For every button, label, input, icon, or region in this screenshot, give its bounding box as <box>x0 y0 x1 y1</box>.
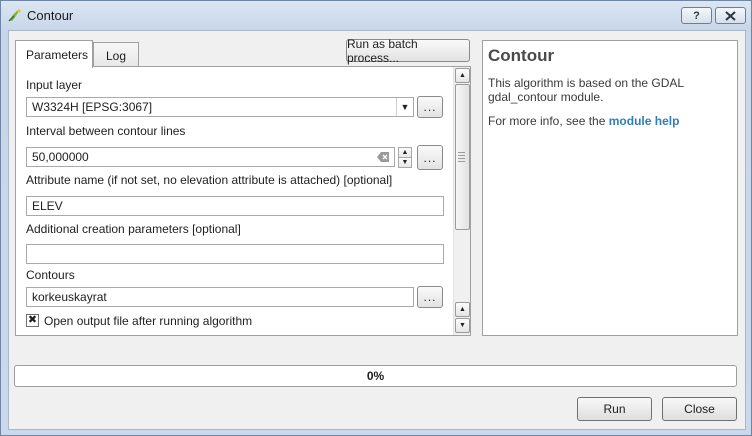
input-layer-label: Input layer <box>26 78 83 92</box>
dialog-window: Contour ? Parameters Log Run as batch pr… <box>0 0 752 436</box>
interval-label: Interval between contour lines <box>26 124 186 138</box>
interval-input[interactable]: 50,000000 <box>26 147 395 167</box>
tab-log[interactable]: Log <box>93 42 139 68</box>
close-icon <box>725 10 736 21</box>
chevron-down-icon[interactable]: ▼ <box>396 98 413 116</box>
dialog-client: Parameters Log Run as batch process... I… <box>8 30 746 430</box>
interval-value: 50,000000 <box>32 150 89 164</box>
interval-decrease[interactable]: ▼ <box>398 157 412 168</box>
help-panel: Contour This algorithm is based on the G… <box>482 40 738 336</box>
parameters-panel: Input layer W3324H [EPSG:3067] ▼ ... Int… <box>15 66 471 336</box>
input-layer-browse-button[interactable]: ... <box>417 96 443 118</box>
creation-input[interactable] <box>26 244 444 264</box>
contours-label: Contours <box>26 268 75 282</box>
run-button[interactable]: Run <box>577 397 652 421</box>
interval-options-button[interactable]: ... <box>417 145 443 170</box>
open-output-label: Open output file after running algorithm <box>44 314 253 328</box>
help-more-info: For more info, see the module help <box>488 114 732 128</box>
progress-text: 0% <box>366 369 385 383</box>
window-title: Contour <box>27 8 74 23</box>
creation-label: Additional creation parameters [optional… <box>26 222 241 236</box>
help-more-prefix: For more info, see the <box>488 114 606 128</box>
parameters-scrollbar[interactable]: ▲ ▲ ▼ <box>453 67 470 335</box>
tab-parameters[interactable]: Parameters <box>15 40 93 68</box>
clear-text-icon[interactable] <box>377 151 390 163</box>
input-layer-value: W3324H [EPSG:3067] <box>32 100 153 114</box>
open-output-checkbox[interactable]: ✖ <box>26 314 39 327</box>
progress-bar: 0% <box>14 365 737 387</box>
window-close-button[interactable] <box>715 7 746 24</box>
title-bar[interactable]: Contour ? <box>1 1 751 31</box>
close-button[interactable]: Close <box>662 397 737 421</box>
grip-line <box>458 158 465 159</box>
run-batch-button[interactable]: Run as batch process... <box>346 37 470 65</box>
contours-output-input[interactable]: korkeuskayrat <box>26 287 414 307</box>
help-description: This algorithm is based on the GDAL gdal… <box>488 76 684 104</box>
scroll-down-arrow-icon[interactable]: ▼ <box>455 318 470 333</box>
grip-line <box>458 152 465 153</box>
attribute-label: Attribute name (if not set, no elevation… <box>26 173 393 187</box>
scroll-up-arrow-icon[interactable]: ▲ <box>455 302 470 317</box>
contours-browse-button[interactable]: ... <box>417 286 443 308</box>
attribute-input[interactable]: ELEV <box>26 196 444 216</box>
scroll-thumb[interactable] <box>455 84 470 230</box>
scroll-up-arrow-icon[interactable]: ▲ <box>455 68 470 83</box>
help-title: Contour <box>488 46 555 65</box>
input-layer-combo[interactable]: W3324H [EPSG:3067] ▼ <box>26 97 414 117</box>
qgis-icon <box>8 9 21 22</box>
grip-line <box>458 155 465 156</box>
module-help-link[interactable]: module help <box>609 114 680 128</box>
help-button[interactable]: ? <box>681 7 712 24</box>
grip-line <box>458 161 465 162</box>
